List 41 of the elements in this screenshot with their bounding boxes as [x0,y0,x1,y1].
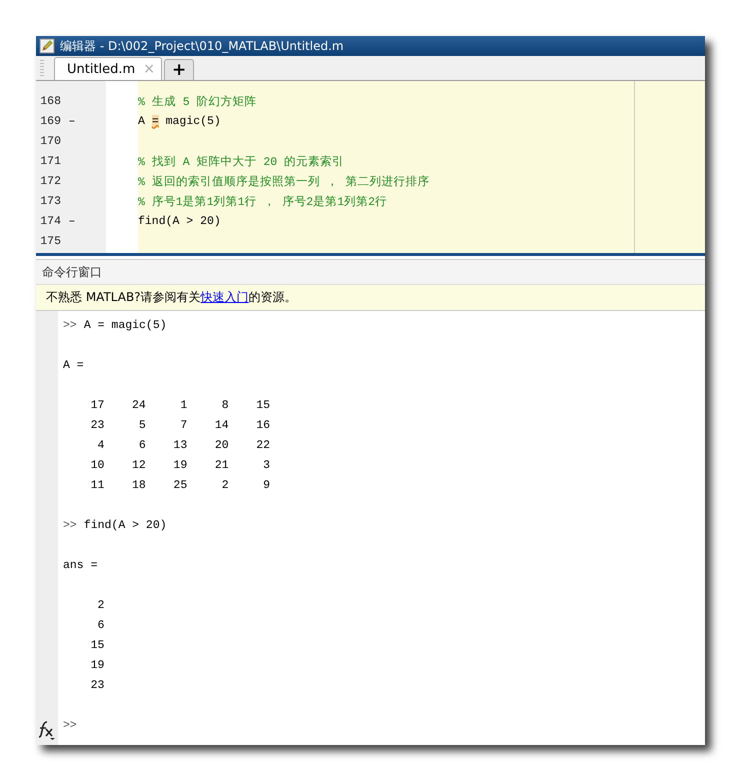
code-comment: % 返回的索引值顺序是按照第一列 ， 第二列进行排序 [138,174,430,188]
window-title: 编辑器 - D:\002_Project\010_MATLAB\Untitled.m [60,38,344,54]
prompt-symbol: >> [63,718,77,732]
code-line: A = magic(5) [138,114,221,128]
line-number: 171 [39,154,61,168]
line-number: 173 [39,194,61,208]
breakpoint-marker[interactable]: – [61,214,79,228]
prompt-symbol: >> [63,318,77,332]
new-tab-button[interactable]: + [164,59,194,80]
output-text: 2 [96,598,104,612]
output-text: 19 [90,658,104,672]
quick-start-link[interactable]: 快速入门 [200,290,249,304]
line-number: 169 [39,114,61,128]
function-browser-icon[interactable] [36,720,56,740]
output-text: ans = [63,558,98,572]
code-line: find(A > 20) [138,214,221,228]
command-text: find(A > 20) [84,518,167,532]
code-comment: % 序号1是第1列第1行 ， 序号2是第1列第2行 [138,194,388,208]
output-text: 17 24 1 8 15 [90,398,270,412]
panel-title: 命令行窗口 [42,264,102,280]
output-text: 4 6 13 20 22 [96,438,270,452]
file-tab[interactable]: Untitled.m × [54,57,162,80]
output-text: A = [63,358,84,372]
command-text: A = magic(5) [84,318,167,332]
line-number: 175 [39,234,61,248]
output-text: 15 [90,638,104,652]
code-comment: % 找到 A 矩阵中大于 20 的元素索引 [138,154,344,168]
line-number: 172 [39,174,61,188]
output-text: 23 [90,678,104,692]
line-number: 168 [39,94,61,108]
line-number: 174 [39,214,61,228]
prompt-symbol: >> [63,518,77,532]
breakpoint-marker[interactable]: – [61,114,79,128]
output-text: 10 12 19 21 3 [90,458,270,472]
line-number: 170 [39,134,61,148]
notice-text: 不熟悉 MATLAB?请参阅有关快速入门的资源。 [46,289,297,306]
pencil-icon [39,38,55,54]
code-comment: % 生成 5 阶幻方矩阵 [138,94,257,108]
output-text: 23 5 7 14 16 [90,418,270,432]
output-text: 11 18 25 2 9 [90,478,270,492]
output-text: 6 [96,618,104,632]
